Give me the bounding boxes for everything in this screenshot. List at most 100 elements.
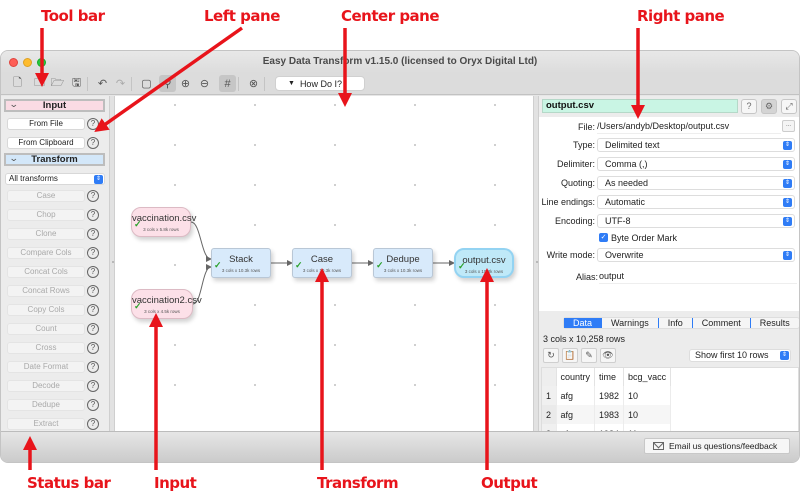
transform-button[interactable]: Compare Cols (7, 247, 85, 259)
table-cell[interactable]: afg (556, 386, 596, 405)
help-icon[interactable]: ? (87, 361, 99, 373)
zoom-out-button[interactable]: ⊖ (196, 75, 213, 92)
edit-button[interactable]: ✎ (581, 348, 597, 363)
stop-button[interactable]: ⊗ (245, 75, 262, 92)
delimiter-select[interactable]: Comma (,) ⇕ (597, 157, 795, 171)
tab-comment[interactable]: Comment (693, 318, 751, 328)
show-rows-select[interactable]: Show first 10 rows ⇕ (689, 349, 791, 362)
table-cell[interactable]: 10 (623, 405, 672, 424)
tab-results[interactable]: Results (751, 318, 799, 328)
transform-button[interactable]: Chop (7, 209, 85, 221)
help-icon[interactable]: ? (87, 285, 99, 297)
transform-section-header[interactable]: ⌄ Transform (4, 153, 105, 166)
help-button[interactable]: ? (741, 99, 757, 114)
tab-info[interactable]: Info (659, 318, 693, 328)
splitter-grip (111, 261, 114, 263)
column-header[interactable]: time (594, 368, 625, 386)
file-path-field[interactable]: /Users/andyb/Desktop/output.csv (597, 120, 781, 134)
fit-view-button[interactable]: ▢ (138, 75, 155, 92)
tab-data[interactable]: Data (564, 318, 603, 328)
center-pane[interactable]: vaccination.csv 3 cols x 5.8k rows ✓ vaccin… (115, 96, 533, 431)
how-do-i-dropdown[interactable]: ▼ How Do I? (275, 76, 365, 91)
new-file-button[interactable]: 🗋 (9, 75, 26, 92)
line-endings-row: Line endings: Automatic ⇕ (539, 195, 799, 210)
help-icon[interactable]: ? (87, 399, 99, 411)
copy-to-clipboard-button[interactable]: 📋 (562, 348, 578, 363)
node-case[interactable]: Case 3 cols x 10.3k rows ✓ (292, 248, 352, 278)
column-header[interactable]: bcg_vacc (623, 368, 672, 386)
table-cell[interactable]: 11 (623, 424, 672, 431)
transform-button[interactable]: Cross (7, 342, 85, 354)
grid-button[interactable]: # (219, 75, 236, 92)
transform-button[interactable]: Copy Cols (7, 304, 85, 316)
transform-button[interactable]: Decode (7, 380, 85, 392)
grid-dot (414, 304, 416, 306)
node-stack[interactable]: Stack 3 cols x 10.3k rows ✓ (211, 248, 271, 278)
column-header[interactable]: country (556, 368, 596, 386)
transform-button[interactable]: Date Format (7, 361, 85, 373)
input-button[interactable]: From Clipboard (7, 137, 85, 149)
help-icon[interactable]: ? (87, 228, 99, 240)
input-section-header[interactable]: ⌄ Input (4, 99, 105, 112)
node-dedupe[interactable]: Dedupe 3 cols x 10.3k rows ✓ (373, 248, 433, 278)
table-cell[interactable]: afg (556, 405, 596, 424)
maximize-pane-button[interactable]: ⤢ (781, 99, 797, 114)
grid-dot (494, 224, 496, 226)
grid-dot (334, 384, 336, 386)
grid-dot (494, 384, 496, 386)
node-in1[interactable]: vaccination.csv 3 cols x 5.8k rows ✓ (131, 207, 196, 237)
transform-filter-select[interactable]: All transforms ⇕ (5, 173, 105, 185)
help-icon[interactable]: ? (87, 266, 99, 278)
quoting-select[interactable]: As needed ⇕ (597, 176, 795, 190)
browse-button[interactable]: ... (782, 120, 795, 132)
help-icon[interactable]: ? (87, 209, 99, 221)
tab-warnings[interactable]: Warnings (602, 318, 659, 328)
transform-button[interactable]: Case (7, 190, 85, 202)
node-out[interactable]: output.csv 3 cols x 10.3k rows ✓ (454, 248, 514, 278)
help-icon[interactable]: ? (87, 380, 99, 392)
save-button[interactable]: 🖫 (68, 75, 85, 92)
open-recent-button[interactable]: 🗁 (49, 75, 66, 92)
data-table[interactable]: countrytimebcg_vacc1afg1982102afg1983103… (541, 367, 799, 431)
node-in2[interactable]: vaccination2.csv 3 cols x 4.5k rows ✓ (131, 289, 202, 319)
help-icon[interactable]: ? (87, 418, 99, 430)
transform-button[interactable]: Dedupe (7, 399, 85, 411)
help-icon[interactable]: ? (87, 323, 99, 335)
help-icon[interactable]: ? (87, 304, 99, 316)
bom-checkbox[interactable]: ✓ (599, 233, 608, 242)
help-icon[interactable]: ? (87, 342, 99, 354)
grid-dot (414, 184, 416, 186)
table-cell[interactable]: 1982 (594, 386, 625, 405)
redo-button[interactable]: ↷ (112, 75, 129, 92)
item-name-field[interactable]: output.csv (542, 99, 738, 113)
options-button[interactable]: ⚙ (761, 99, 777, 114)
table-row: 2 afg 1983 10 (542, 405, 672, 424)
transform-button[interactable]: Extract (7, 418, 85, 430)
input-button[interactable]: From File (7, 118, 85, 130)
help-icon[interactable]: ? (87, 137, 99, 149)
view-button[interactable]: 👁 (600, 348, 616, 363)
transform-button[interactable]: Concat Cols (7, 266, 85, 278)
email-feedback-button[interactable]: Email us questions/feedback (644, 438, 790, 454)
undo-button[interactable]: ↶ (94, 75, 111, 92)
table-cell[interactable]: 1984 (594, 424, 625, 431)
help-icon[interactable]: ? (87, 190, 99, 202)
open-folder-button[interactable]: 🗀 (31, 75, 48, 92)
help-icon[interactable]: ? (87, 118, 99, 130)
refresh-button[interactable]: ↻ (543, 348, 559, 363)
write-mode-select[interactable]: Overwrite ⇕ (597, 248, 795, 262)
transform-button[interactable]: Count (7, 323, 85, 335)
transform-button[interactable]: Concat Rows (7, 285, 85, 297)
table-cell[interactable]: 10 (623, 386, 672, 405)
type-select[interactable]: Delimited text ⇕ (597, 138, 795, 152)
help-icon[interactable]: ? (87, 247, 99, 259)
encoding-select[interactable]: UTF-8 ⇕ (597, 214, 795, 228)
grid-dot (174, 104, 176, 106)
line-endings-select[interactable]: Automatic ⇕ (597, 195, 795, 209)
alias-field[interactable]: output (599, 270, 797, 284)
table-cell[interactable]: 1983 (594, 405, 625, 424)
table-cell[interactable]: afg (556, 424, 596, 431)
zoom-in-button[interactable]: ⊕ (177, 75, 194, 92)
search-button[interactable]: ⚲ (159, 75, 176, 92)
transform-button[interactable]: Clone (7, 228, 85, 240)
